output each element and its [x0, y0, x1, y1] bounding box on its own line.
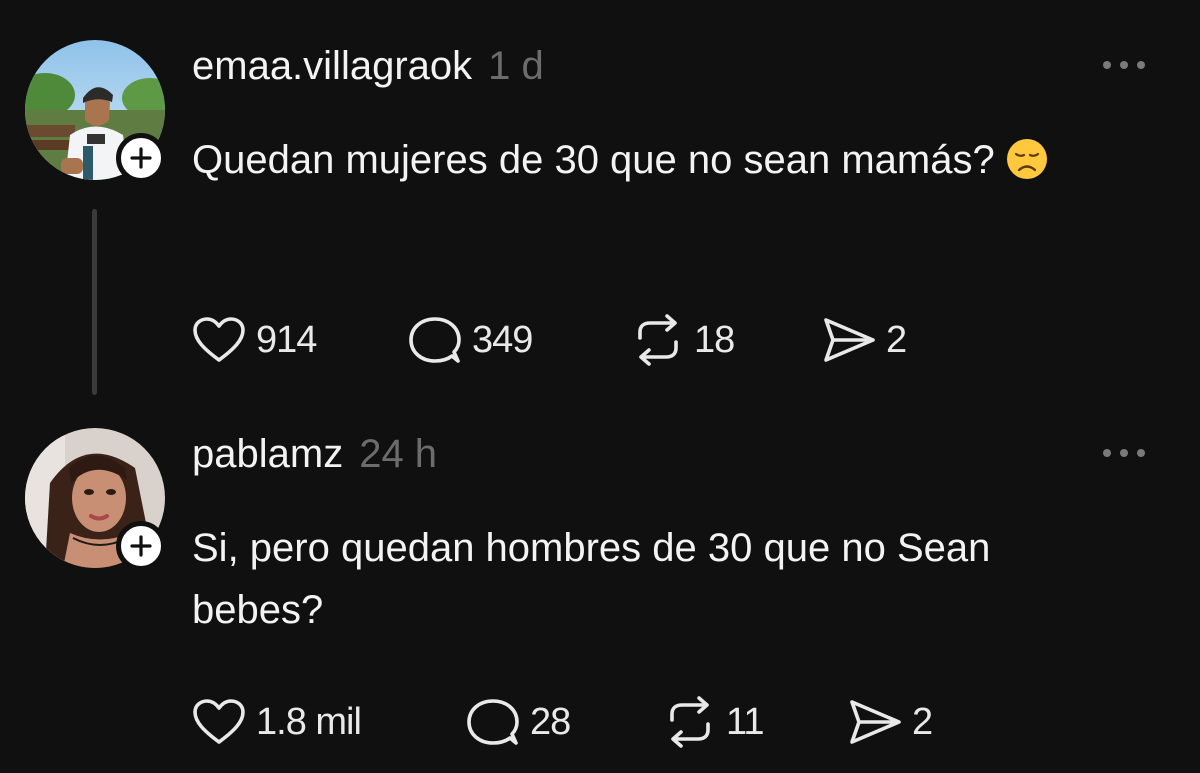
like-button[interactable]: 914 [190, 312, 317, 368]
follow-button[interactable] [116, 521, 166, 571]
follow-button[interactable] [116, 133, 166, 183]
avatar-container[interactable] [25, 428, 166, 571]
more-dots-icon [1103, 61, 1145, 69]
username[interactable]: pablamz [192, 432, 343, 477]
comment-bubble-icon [467, 699, 519, 745]
repost-count: 11 [726, 700, 764, 743]
repost-button[interactable]: 11 [662, 694, 764, 750]
heart-icon [193, 699, 245, 744]
comment-button[interactable]: 28 [464, 694, 571, 750]
thread-post: emaa.villagraok 1 d Quedan mujeres de 30… [0, 0, 1200, 400]
like-count: 914 [256, 318, 317, 361]
repost-icon [670, 696, 710, 748]
post-text-content: Si, pero quedan hombres de 30 que no Sea… [192, 526, 991, 632]
comment-button[interactable]: 349 [406, 312, 533, 368]
comment-count: 28 [530, 700, 571, 743]
post-text-content: Quedan mujeres de 30 que no sean mamás? [192, 138, 995, 182]
heart-icon [193, 317, 245, 362]
post-header: emaa.villagraok 1 d [192, 44, 544, 104]
share-count: 2 [886, 318, 907, 361]
post-header: pablamz 24 h [192, 432, 437, 492]
like-count: 1.8 mil [256, 700, 362, 743]
timestamp: 24 h [359, 432, 438, 476]
plus-icon [130, 535, 152, 557]
reply-post: pablamz 24 h Si, pero quedan hombres de … [0, 400, 1200, 773]
comment-bubble-icon [409, 317, 461, 363]
comment-count: 349 [472, 318, 533, 361]
avatar-container[interactable] [25, 40, 166, 183]
plus-icon [130, 147, 152, 169]
more-options-button[interactable] [1096, 438, 1152, 468]
more-dots-icon [1103, 449, 1145, 457]
more-options-button[interactable] [1096, 50, 1152, 80]
share-count: 2 [912, 700, 933, 743]
thread-connector-line [92, 209, 97, 395]
post-actions: 1.8 mil 28 11 2 [190, 694, 1090, 750]
like-button[interactable]: 1.8 mil [190, 694, 362, 750]
post-actions: 914 349 18 2 [190, 312, 1090, 368]
post-text: Quedan mujeres de 30 que no sean mamás? [192, 129, 1132, 191]
disappointed-face-emoji [1006, 139, 1047, 179]
timestamp: 1 d [488, 44, 544, 88]
repost-count: 18 [694, 318, 735, 361]
share-button[interactable]: 2 [820, 312, 907, 368]
post-text: Si, pero quedan hombres de 30 que no Sea… [192, 517, 1132, 641]
repost-icon [638, 314, 678, 366]
share-button[interactable]: 2 [846, 694, 933, 750]
send-icon [824, 318, 875, 362]
repost-button[interactable]: 18 [630, 312, 735, 368]
send-icon [850, 700, 901, 744]
username[interactable]: emaa.villagraok [192, 44, 472, 89]
